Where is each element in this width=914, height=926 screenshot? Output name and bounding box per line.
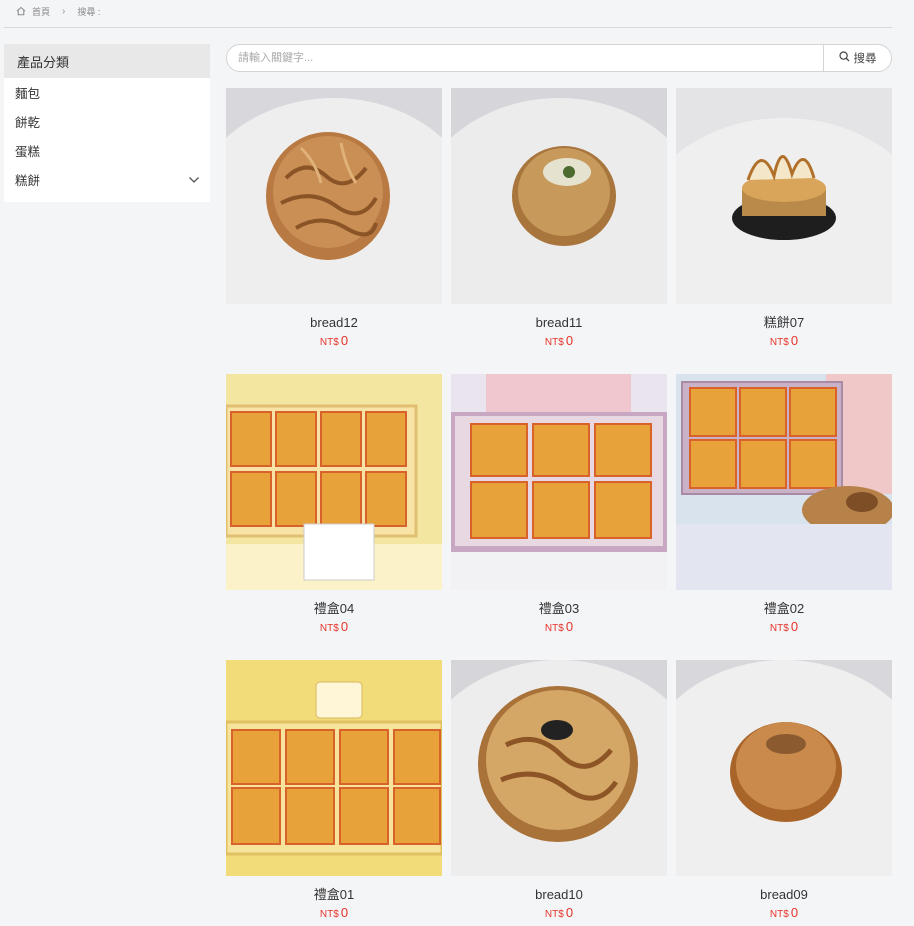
product-card[interactable]: 禮盒03 NT$ 0 (451, 374, 667, 640)
product-image[interactable] (451, 660, 667, 876)
product-image[interactable] (226, 660, 442, 876)
home-icon[interactable] (16, 6, 26, 16)
sidebar-item-bread[interactable]: 麵包 (4, 78, 210, 107)
product-price: NT$ 0 (451, 333, 667, 348)
price-value: 0 (790, 905, 799, 920)
sidebar-item-label: 餅乾 (15, 116, 41, 130)
search-button[interactable]: 搜尋 (823, 45, 891, 71)
price-value: 0 (565, 333, 574, 348)
sidebar-item-label: 麵包 (15, 87, 41, 101)
product-price: NT$ 0 (226, 619, 442, 634)
product-image[interactable] (451, 374, 667, 590)
product-name[interactable]: bread09 (676, 887, 892, 903)
product-name[interactable]: bread12 (226, 315, 442, 331)
product-name[interactable]: 禮盒02 (676, 601, 892, 617)
currency-label: NT$ (319, 623, 339, 634)
breadcrumb-home-link[interactable]: 首頁 (32, 5, 50, 18)
product-card[interactable]: 禮盒04 NT$ 0 (226, 374, 442, 640)
price-value: 0 (565, 905, 574, 920)
price-value: 0 (340, 619, 349, 634)
product-card[interactable]: 禮盒02 NT$ 0 (676, 374, 892, 640)
sidebar-item-cake[interactable]: 蛋糕 (4, 136, 210, 165)
product-name[interactable]: 糕餅07 (676, 315, 892, 331)
product-card[interactable]: bread12 NT$ 0 (226, 88, 442, 354)
product-name[interactable]: bread10 (451, 887, 667, 903)
product-card[interactable]: bread09 NT$ 0 (676, 660, 892, 926)
currency-label: NT$ (769, 337, 789, 348)
product-name[interactable]: 禮盒04 (226, 601, 442, 617)
sidebar-item-cookies[interactable]: 餅乾 (4, 107, 210, 136)
sidebar-item-pastry[interactable]: 糕餅 (4, 165, 210, 194)
search-icon (838, 51, 850, 65)
price-value: 0 (790, 333, 799, 348)
product-card[interactable]: bread11 NT$ 0 (451, 88, 667, 354)
product-image[interactable] (676, 88, 892, 304)
search-bar: 搜尋 (226, 44, 892, 72)
search-button-label: 搜尋 (853, 53, 877, 65)
header-divider (4, 27, 892, 28)
breadcrumb: 首頁 › 搜尋 : (16, 4, 100, 18)
category-sidebar: 產品分類 麵包 餅乾 蛋糕 糕餅 (4, 44, 210, 202)
product-card[interactable]: 禮盒01 NT$ 0 (226, 660, 442, 926)
currency-label: NT$ (544, 337, 564, 348)
currency-label: NT$ (769, 623, 789, 634)
product-card[interactable]: bread10 NT$ 0 (451, 660, 667, 926)
product-price: NT$ 0 (676, 333, 892, 348)
price-value: 0 (565, 619, 574, 634)
product-name[interactable]: 禮盒03 (451, 601, 667, 617)
product-name[interactable]: 禮盒01 (226, 887, 442, 903)
sidebar-item-label: 蛋糕 (15, 145, 41, 159)
product-price: NT$ 0 (676, 905, 892, 920)
price-value: 0 (340, 905, 349, 920)
product-name[interactable]: bread11 (451, 315, 667, 331)
sidebar-item-label: 糕餅 (15, 174, 41, 188)
currency-label: NT$ (319, 337, 339, 348)
product-image[interactable] (451, 88, 667, 304)
product-price: NT$ 0 (226, 333, 442, 348)
product-price: NT$ 0 (451, 905, 667, 920)
product-image[interactable] (676, 660, 892, 876)
search-input[interactable] (227, 45, 823, 71)
product-price: NT$ 0 (451, 619, 667, 634)
product-card[interactable]: 糕餅07 NT$ 0 (676, 88, 892, 354)
currency-label: NT$ (544, 623, 564, 634)
chevron-right-icon: › (62, 5, 66, 17)
price-value: 0 (340, 333, 349, 348)
price-value: 0 (790, 619, 799, 634)
product-price: NT$ 0 (226, 905, 442, 920)
chevron-down-icon[interactable] (188, 173, 200, 187)
sidebar-title: 產品分類 (4, 44, 210, 78)
product-image[interactable] (676, 374, 892, 590)
currency-label: NT$ (769, 909, 789, 920)
product-image[interactable] (226, 374, 442, 590)
currency-label: NT$ (544, 909, 564, 920)
breadcrumb-current: 搜尋 : (77, 6, 101, 17)
product-image[interactable] (226, 88, 442, 304)
product-price: NT$ 0 (676, 619, 892, 634)
product-grid: bread12 NT$ 0 bread11 NT$ 0 糕餅07 NT$ 0 禮… (226, 88, 892, 926)
currency-label: NT$ (319, 909, 339, 920)
